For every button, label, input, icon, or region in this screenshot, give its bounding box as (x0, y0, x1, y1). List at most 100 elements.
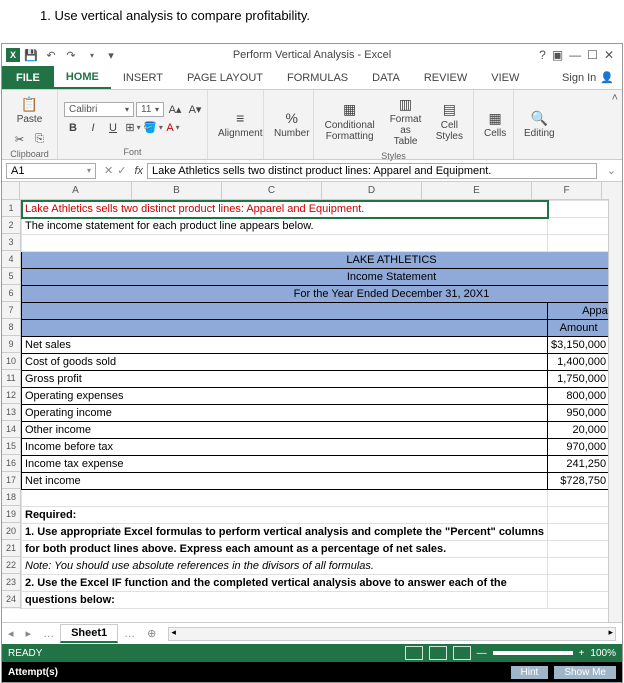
line-label[interactable]: Cost of goods sold (22, 354, 548, 371)
zoom-slider[interactable] (493, 651, 573, 655)
showme-button[interactable]: Show Me (554, 666, 616, 679)
bold-button[interactable]: B (64, 120, 82, 136)
table-subtitle[interactable]: Income Statement (22, 269, 623, 286)
tab-insert[interactable]: INSERT (111, 66, 175, 89)
row-header[interactable]: 23 (2, 574, 20, 591)
tab-pagelayout[interactable]: PAGE LAYOUT (175, 66, 275, 89)
underline-button[interactable]: U (104, 120, 122, 136)
hdr-amount[interactable]: Amount (548, 320, 610, 337)
zoom-out-icon[interactable]: — (477, 648, 487, 659)
fx-icon[interactable]: fx (130, 165, 147, 177)
new-sheet-icon[interactable]: ⊕ (141, 627, 162, 640)
minimize-icon[interactable]: — (569, 48, 581, 62)
zoom-in-icon[interactable]: + (579, 648, 585, 659)
font-color-button[interactable]: A (164, 120, 182, 136)
copy-icon[interactable]: ⎘ (31, 131, 49, 147)
view-pagelayout-icon[interactable] (429, 646, 447, 660)
cancel-formula-icon[interactable]: ✕ (104, 164, 113, 177)
enter-formula-icon[interactable]: ✓ (117, 164, 126, 177)
zoom-level[interactable]: 100% (590, 648, 616, 659)
format-as-table-button[interactable]: ▥Format as Table (383, 92, 427, 149)
row-header[interactable]: 3 (2, 234, 20, 251)
tab-view[interactable]: VIEW (479, 66, 531, 89)
tab-file[interactable]: FILE (2, 66, 54, 89)
row-header[interactable]: 24 (2, 591, 20, 608)
row-header[interactable]: 8 (2, 319, 20, 336)
cell-A1[interactable]: Lake Athletics sells two distinct produc… (22, 201, 548, 218)
tab-home[interactable]: HOME (54, 66, 111, 89)
line-label[interactable]: Gross profit (22, 371, 548, 388)
close-icon[interactable]: ✕ (604, 48, 614, 62)
col-header-b[interactable]: B (132, 182, 222, 199)
col-header-c[interactable]: C (222, 182, 322, 199)
fill-color-button[interactable]: 🪣 (144, 120, 162, 136)
row-header[interactable]: 11 (2, 370, 20, 387)
grow-font-icon[interactable]: A▴ (166, 102, 184, 118)
row-header[interactable]: 9 (2, 336, 20, 353)
col-header-d[interactable]: D (322, 182, 422, 199)
line-label[interactable]: Operating income (22, 405, 548, 422)
qat-save-icon[interactable]: 💾 (22, 46, 40, 64)
ribbon-options-icon[interactable]: ▣ (552, 48, 563, 62)
sheet-nav-prev-icon[interactable]: ◂ (2, 627, 20, 640)
row-header[interactable]: 22 (2, 557, 20, 574)
sheet-nav-more[interactable]: … (37, 628, 60, 640)
table-title[interactable]: LAKE ATHLETICS (22, 252, 623, 269)
note-text[interactable]: Note: You should use absolute references… (22, 558, 548, 575)
vertical-scrollbar[interactable] (608, 199, 622, 622)
select-all-corner[interactable] (2, 182, 20, 199)
alignment-button[interactable]: ≡Alignment (214, 106, 266, 141)
row-header[interactable]: 7 (2, 302, 20, 319)
line-label[interactable]: Net income (22, 473, 548, 490)
editing-button[interactable]: 🔍Editing (520, 106, 559, 141)
row-header[interactable]: 17 (2, 472, 20, 489)
req1-text[interactable]: 1. Use appropriate Excel formulas to per… (22, 524, 548, 541)
line-label[interactable]: Net sales (22, 337, 548, 354)
row-header[interactable]: 21 (2, 540, 20, 557)
row-header[interactable]: 15 (2, 438, 20, 455)
sign-in[interactable]: Sign In👤 (554, 66, 622, 89)
row-header[interactable]: 5 (2, 268, 20, 285)
row-header[interactable]: 14 (2, 421, 20, 438)
name-box[interactable]: A1▾ (6, 163, 96, 179)
qat-undo-icon[interactable]: ↶ (42, 46, 60, 64)
hdr-blank[interactable] (22, 303, 548, 320)
cell-A2[interactable]: The income statement for each product li… (22, 218, 548, 235)
tab-review[interactable]: REVIEW (412, 66, 479, 89)
line-label[interactable]: Other income (22, 422, 548, 439)
line-apparel[interactable]: $3,150,000 (548, 337, 610, 354)
cells[interactable]: Lake Athletics sells two distinct produc… (21, 200, 622, 609)
col-header-a[interactable]: A (20, 182, 132, 199)
line-label[interactable]: Operating expenses (22, 388, 548, 405)
shrink-font-icon[interactable]: A▾ (186, 102, 204, 118)
font-size-combo[interactable]: 11▾ (136, 102, 164, 117)
req2-text[interactable]: 2. Use the Excel IF function and the com… (22, 575, 548, 592)
row-header[interactable]: 19 (2, 506, 20, 523)
formula-bar[interactable]: Lake Athletics sells two distinct produc… (147, 163, 597, 179)
horizontal-scrollbar[interactable]: ◂ ▸ (168, 627, 616, 641)
required-label[interactable]: Required: (22, 507, 548, 524)
view-normal-icon[interactable] (405, 646, 423, 660)
col-header-f[interactable]: F (532, 182, 602, 199)
qat-customize-icon[interactable] (82, 46, 100, 64)
number-button[interactable]: %Number (270, 106, 314, 141)
sheet-nav-more2[interactable]: … (118, 628, 141, 640)
spreadsheet-grid[interactable]: A B C D E F 1 2 3 4 5 6 7 8 9 10 11 12 1… (2, 182, 622, 622)
font-name-combo[interactable]: Calibri▾ (64, 102, 134, 117)
tab-data[interactable]: DATA (360, 66, 412, 89)
view-pagebreak-icon[interactable] (453, 646, 471, 660)
conditional-formatting-button[interactable]: ▦Conditional Formatting (320, 98, 379, 144)
row-header[interactable]: 6 (2, 285, 20, 302)
line-label[interactable]: Income tax expense (22, 456, 548, 473)
maximize-icon[interactable]: ☐ (587, 48, 598, 62)
hint-button[interactable]: Hint (511, 666, 549, 679)
help-icon[interactable]: ? (539, 48, 546, 62)
cell-styles-button[interactable]: ▤Cell Styles (432, 98, 467, 144)
row-header[interactable]: 10 (2, 353, 20, 370)
border-button[interactable]: ⊞ (124, 120, 142, 136)
row-header[interactable]: 13 (2, 404, 20, 421)
cut-icon[interactable]: ✂ (11, 131, 29, 147)
tab-formulas[interactable]: FORMULAS (275, 66, 360, 89)
row-header[interactable]: 20 (2, 523, 20, 540)
paste-button[interactable]: 📋 Paste (13, 92, 47, 127)
